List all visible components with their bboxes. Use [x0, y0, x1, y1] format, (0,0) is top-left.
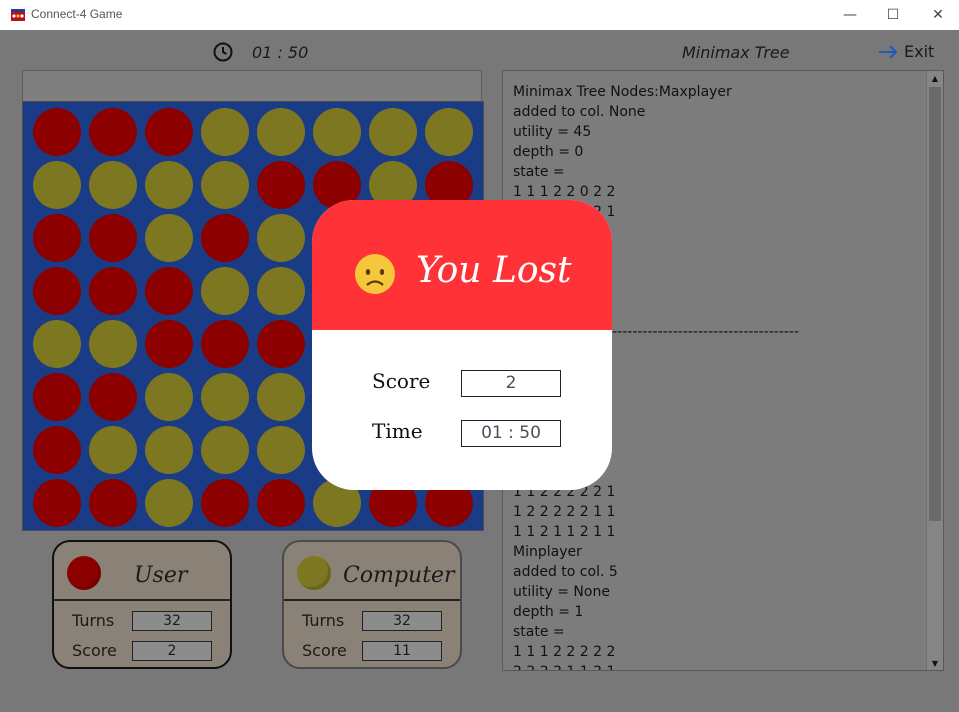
user-name: User [134, 563, 188, 588]
yellow-disc [145, 373, 193, 421]
scroll-thumb[interactable] [929, 87, 941, 521]
red-disc [145, 320, 193, 368]
yellow-disc [313, 108, 361, 156]
yellow-disc [33, 320, 81, 368]
tree-text-line: state = [513, 624, 565, 640]
tree-text-line: 1 1 1 2 2 2 2 2 [513, 644, 616, 660]
tree-text-line: 1 1 2 1 1 2 1 1 [513, 524, 616, 540]
red-chip-icon [67, 556, 101, 590]
yellow-disc [89, 426, 137, 474]
red-disc [257, 320, 305, 368]
computer-card-header: Computer [284, 542, 460, 601]
yellow-disc [89, 320, 137, 368]
yellow-disc [201, 267, 249, 315]
user-card: User Turns 32 Score 2 [52, 540, 232, 669]
red-disc [145, 267, 193, 315]
yellow-disc [89, 161, 137, 209]
computer-name: Computer [343, 563, 455, 588]
red-disc [89, 108, 137, 156]
computer-score-label: Score [302, 641, 347, 660]
yellow-disc [201, 373, 249, 421]
red-disc [33, 108, 81, 156]
red-disc [89, 479, 137, 527]
tree-text-line: 2 2 2 2 1 1 2 1 [513, 662, 799, 670]
computer-card: Computer Turns 32 Score 11 [282, 540, 462, 669]
red-disc [201, 479, 249, 527]
computer-score-value: 11 [362, 641, 442, 661]
yellow-disc [257, 267, 305, 315]
tree-text-line: depth = 1 [513, 604, 584, 620]
yellow-disc [201, 161, 249, 209]
result-dialog: You Lost Score 2 Time 01 : 50 [312, 200, 612, 490]
title-bar: Connect-4 Game — ☐ ✕ [0, 0, 959, 30]
yellow-chip-icon [297, 556, 331, 590]
tree-text-line: 1 1 1 2 2 0 2 2 [513, 184, 616, 200]
minimize-button[interactable]: — [827, 0, 873, 30]
yellow-disc [257, 214, 305, 262]
tree-text-line: Minimax Tree Nodes:Maxplayer [513, 84, 732, 100]
red-disc [145, 108, 193, 156]
tree-text-line: Minplayer [513, 544, 582, 560]
tree-text-line: state = [513, 164, 565, 180]
tree-title: Minimax Tree [682, 43, 790, 62]
red-disc [33, 479, 81, 527]
user-turns-value: 32 [132, 611, 212, 631]
red-disc [89, 373, 137, 421]
red-disc [33, 373, 81, 421]
red-disc [33, 426, 81, 474]
clock-icon [213, 42, 233, 62]
red-disc [33, 267, 81, 315]
result-score-value: 2 [461, 370, 561, 397]
red-disc [89, 214, 137, 262]
result-time-value: 01 : 50 [461, 420, 561, 447]
red-disc [257, 479, 305, 527]
user-turns-label: Turns [72, 611, 115, 630]
tree-text-line: added to col. 5 [513, 564, 618, 580]
red-disc [33, 214, 81, 262]
red-disc [257, 161, 305, 209]
tree-text-line: depth = 0 [513, 144, 584, 160]
result-time-label: Time [372, 419, 423, 443]
board-column-selector[interactable] [22, 70, 482, 103]
game-timer: 01 : 50 [252, 43, 309, 62]
result-score-label: Score [372, 369, 431, 393]
tree-text-line: 1 2 2 2 2 2 1 1 [513, 504, 616, 520]
computer-turns-value: 32 [362, 611, 442, 631]
tree-scrollbar[interactable]: ▲ ▼ [926, 71, 943, 670]
user-score-label: Score [72, 641, 117, 660]
yellow-disc [201, 108, 249, 156]
yellow-disc [145, 161, 193, 209]
user-card-header: User [54, 542, 230, 601]
exit-label: Exit [904, 42, 935, 61]
scroll-up-icon[interactable]: ▲ [927, 71, 943, 85]
user-score-value: 2 [132, 641, 212, 661]
computer-turns-label: Turns [302, 611, 345, 630]
tree-text-line: utility = None [513, 584, 610, 600]
yellow-disc [257, 373, 305, 421]
window-title: Connect-4 Game [31, 7, 123, 21]
yellow-disc [145, 426, 193, 474]
red-disc [201, 320, 249, 368]
yellow-disc [257, 108, 305, 156]
app-icon [11, 9, 25, 21]
yellow-disc [369, 108, 417, 156]
yellow-disc [145, 479, 193, 527]
yellow-disc [257, 426, 305, 474]
yellow-disc [33, 161, 81, 209]
yellow-disc [201, 426, 249, 474]
result-title: You Lost [416, 250, 572, 291]
scroll-down-icon[interactable]: ▼ [927, 656, 943, 670]
result-dialog-header: You Lost [312, 200, 612, 330]
maximize-button[interactable]: ☐ [870, 0, 916, 30]
tree-text-line: utility = 45 [513, 124, 592, 140]
tree-text-line: added to col. None [513, 104, 646, 120]
sad-face-icon [355, 254, 395, 294]
close-button[interactable]: ✕ [915, 0, 959, 30]
yellow-disc [425, 108, 473, 156]
red-disc [201, 214, 249, 262]
yellow-disc [145, 214, 193, 262]
arrow-right-icon [879, 44, 898, 59]
exit-button[interactable]: Exit [878, 42, 934, 61]
red-disc [89, 267, 137, 315]
